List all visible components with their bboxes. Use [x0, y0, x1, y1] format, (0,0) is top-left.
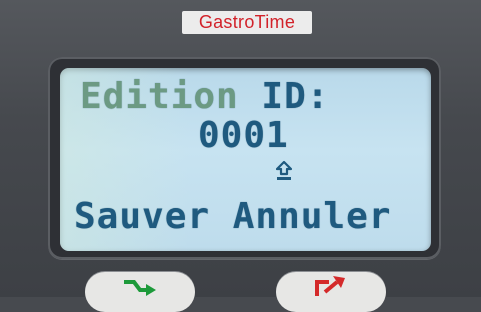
cancel-softkey-label: Annuler [232, 196, 392, 237]
device-body: GastroTime Edition ID: 0001 Sauver Annul… [0, 0, 481, 312]
up-arrow-icon [276, 160, 292, 180]
exit-button[interactable] [276, 272, 386, 312]
lcd-screen: Edition ID: 0001 Sauver Annuler [60, 68, 431, 251]
edition-label: Edition [80, 76, 239, 117]
id-value: 0001 [198, 115, 289, 156]
brand-label: GastroTime [182, 11, 312, 34]
enter-button[interactable] [85, 272, 195, 312]
id-label: ID: [261, 76, 330, 117]
exit-arrow-icon [315, 276, 345, 296]
enter-arrow-icon [124, 280, 156, 296]
softkey-line: Sauver Annuler [74, 196, 391, 237]
edit-id-line: Edition ID: [80, 76, 329, 117]
save-softkey-label: Sauver [74, 196, 211, 237]
